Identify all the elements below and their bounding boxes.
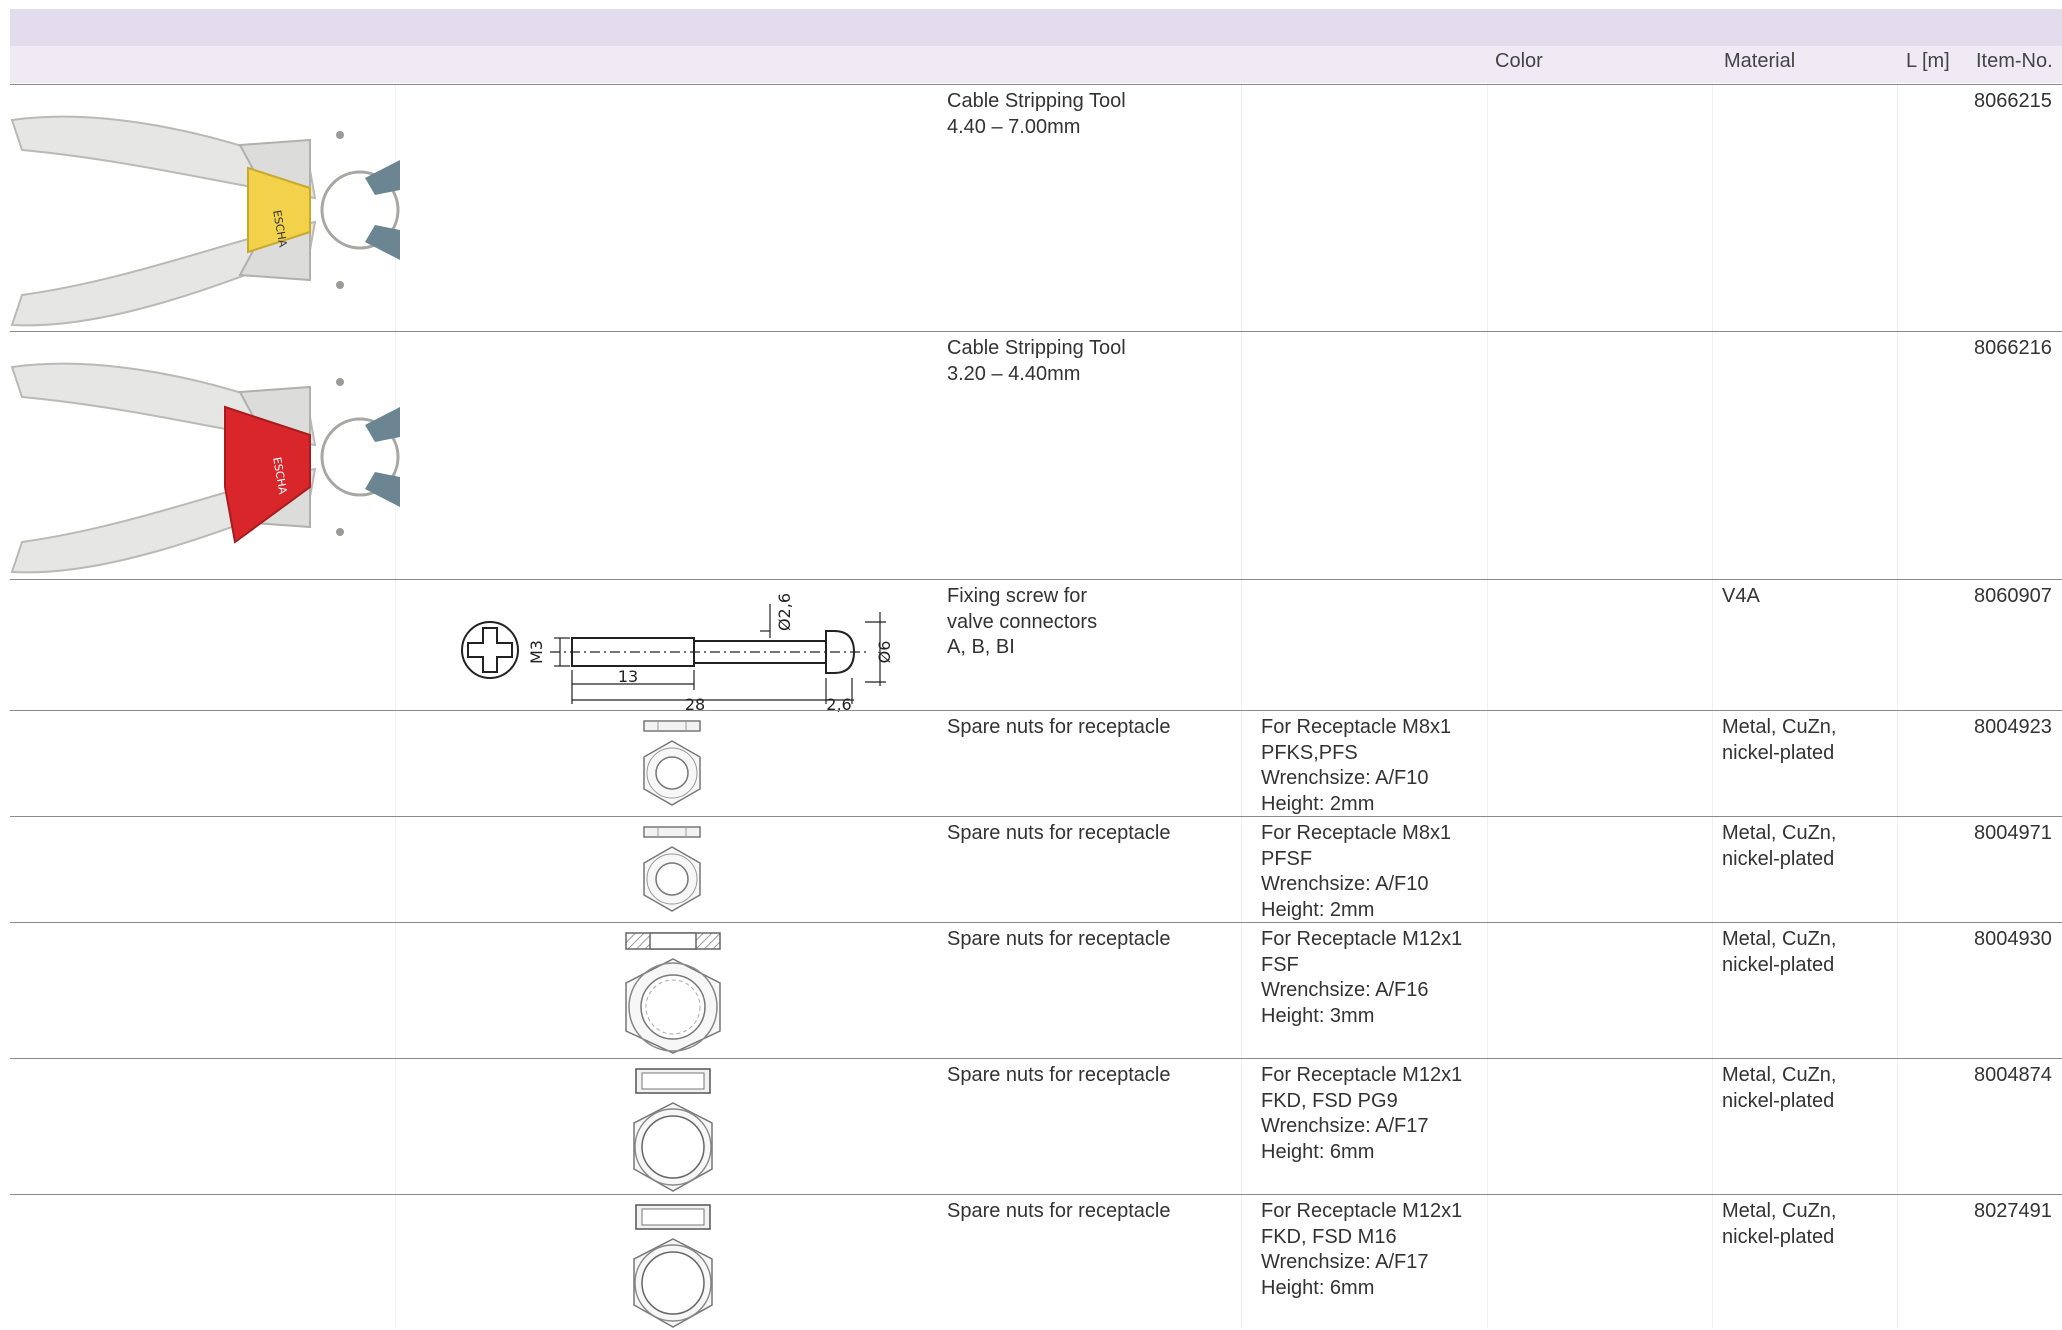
material-line: nickel-plated: [1722, 741, 1835, 764]
drawing-label-13: 13: [618, 667, 638, 686]
fixing-screw-drawing: M3 13 28 2,6 Ø2,6 Ø6: [461, 593, 894, 714]
material-line: nickel-plated: [1722, 1089, 1835, 1112]
description-line: Fixing screw for: [947, 585, 1088, 607]
material: V4A: [1722, 585, 1760, 607]
description-line: Spare nuts for receptacle: [947, 928, 1171, 950]
spec-line: Height: 6mm: [1261, 1140, 1375, 1163]
drawing-label-m3: M3: [527, 640, 546, 664]
spec-line: Wrenchsize: A/F16: [1261, 979, 1429, 1001]
header-length: L [m]: [1906, 50, 1950, 72]
table-row: Spare nuts for receptacle For Receptacle…: [10, 1058, 2062, 1195]
spec-line: FSF: [1261, 953, 1299, 976]
material-line: Metal, CuZn,: [1722, 1064, 1837, 1086]
hex-nut-large-drawing: [633, 1204, 713, 1328]
description-line: Cable Stripping Tool: [947, 337, 1126, 359]
material-line: Metal, CuZn,: [1722, 928, 1837, 950]
item-number: 8027491: [1974, 1200, 2052, 1222]
description-line: Spare nuts for receptacle: [947, 1200, 1171, 1222]
spec-line: Height: 3mm: [1261, 1004, 1375, 1027]
item-number: 8060907: [1974, 585, 2052, 607]
spec-line: Wrenchsize: A/F17: [1261, 1115, 1429, 1137]
header-item-no: Item-No.: [1976, 50, 2053, 72]
spec-line: Height: 2mm: [1261, 792, 1375, 815]
table-row: Spare nuts for receptacle For Receptacle…: [10, 922, 2062, 1058]
description-line: Spare nuts for receptacle: [947, 1064, 1171, 1086]
spec-line: For Receptacle M8x1: [1261, 822, 1452, 844]
cable-stripping-tool-yellow-image: ESCHA: [10, 115, 400, 327]
material-line: nickel-plated: [1722, 953, 1835, 976]
material-line: Metal, CuZn,: [1722, 716, 1837, 738]
spec-line: For Receptacle M8x1: [1261, 716, 1452, 738]
item-number: 8004971: [1974, 822, 2052, 844]
spec-line: For Receptacle M12x1: [1261, 928, 1463, 950]
spec-line: Wrenchsize: A/F10: [1261, 873, 1429, 895]
hex-nut-large-drawing: [633, 1068, 713, 1192]
spec-line: PFSF: [1261, 847, 1313, 870]
hex-nut-small-drawing: [643, 826, 701, 912]
item-number: 8066216: [1974, 337, 2052, 359]
description-line: A, B, BI: [947, 636, 1015, 658]
cable-stripping-tool-red-image: ESCHA: [10, 362, 400, 574]
drawing-label-d6: Ø6: [875, 641, 894, 664]
spec-line: Height: 2mm: [1261, 898, 1375, 921]
spec-line: Wrenchsize: A/F10: [1261, 767, 1429, 789]
table-row: M3 13 28 2,6 Ø2,6 Ø6 Fixing screw for va…: [10, 579, 2062, 714]
description-line: Spare nuts for receptacle: [947, 716, 1171, 738]
table-row: Spare nuts for receptacle For Receptacle…: [10, 710, 2062, 817]
material-line: nickel-plated: [1722, 1225, 1835, 1248]
table-row: ESCHA Cable Stripping Tool 3.20 – 4.40mm…: [10, 331, 2062, 579]
hex-nut-medium-drawing: [625, 932, 721, 1054]
spec-line: FKD, FSD M16: [1261, 1225, 1397, 1248]
item-number: 8004874: [1974, 1064, 2052, 1086]
drawing-label-d2-6: Ø2,6: [775, 593, 794, 631]
description-line: Cable Stripping Tool: [947, 90, 1126, 112]
material-line: Metal, CuZn,: [1722, 822, 1837, 844]
table-row: ESCHA Cable Stripping Tool 4.40 – 7.00mm…: [10, 84, 2062, 332]
description-line: 3.20 – 4.40mm: [947, 362, 1081, 385]
description-line: valve connectors: [947, 610, 1098, 633]
description-line: Spare nuts for receptacle: [947, 822, 1171, 844]
material-line: nickel-plated: [1722, 847, 1835, 870]
hex-nut-small-drawing: [643, 720, 701, 806]
material-line: Metal, CuZn,: [1722, 1200, 1837, 1222]
spec-line: Wrenchsize: A/F17: [1261, 1251, 1429, 1273]
item-number: 8004923: [1974, 716, 2052, 738]
description-line: 4.40 – 7.00mm: [947, 115, 1081, 138]
spec-line: Height: 6mm: [1261, 1276, 1375, 1299]
item-number: 8066215: [1974, 90, 2052, 112]
table-row: Spare nuts for receptacle For Receptacle…: [10, 1194, 2062, 1329]
header-color: Color: [1495, 50, 1543, 72]
header-material: Material: [1724, 50, 1796, 72]
spec-line: For Receptacle M12x1: [1261, 1064, 1463, 1086]
spec-line: For Receptacle M12x1: [1261, 1200, 1463, 1222]
spec-line: PFKS,PFS: [1261, 741, 1358, 764]
table-title-band: [10, 9, 2062, 46]
table-row: Spare nuts for receptacle For Receptacle…: [10, 816, 2062, 923]
spec-line: FKD, FSD PG9: [1261, 1089, 1398, 1112]
item-number: 8004930: [1974, 928, 2052, 950]
